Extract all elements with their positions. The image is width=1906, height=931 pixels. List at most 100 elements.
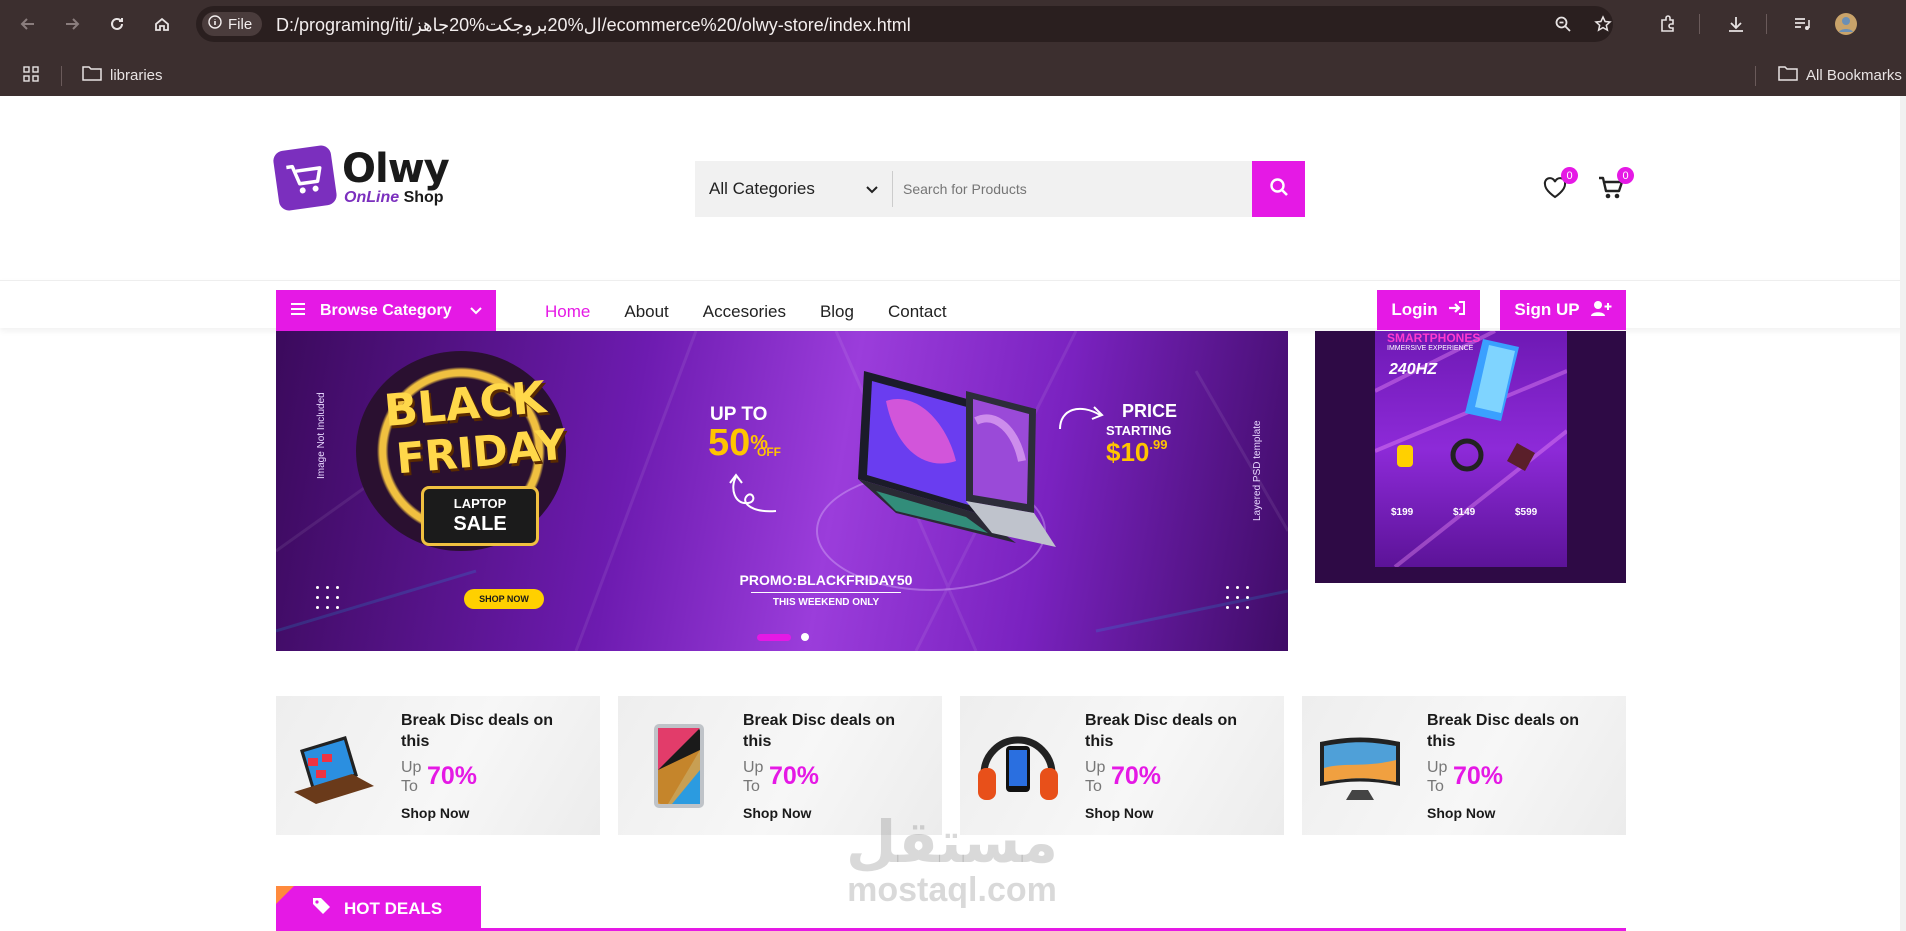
login-label: Login: [1391, 300, 1438, 319]
flyer-price-3: $599: [1515, 507, 1538, 518]
deal-shop-now-link[interactable]: Shop Now: [1085, 805, 1153, 821]
deal-up-to: Up To: [401, 759, 422, 795]
media-controls-icon[interactable]: [1790, 12, 1814, 36]
laptop-icon: [294, 736, 374, 804]
deal-shop-now-link[interactable]: Shop Now: [401, 805, 469, 821]
deal-shop-now-link[interactable]: Shop Now: [743, 805, 811, 821]
hot-deals-corner: [276, 886, 294, 904]
hero-starting: STARTING: [1106, 423, 1172, 438]
bookmarks-bar: libraries All Bookmarks: [0, 56, 1906, 96]
chevron-down-icon: [866, 179, 878, 199]
page-scrollbar[interactable]: [1900, 96, 1906, 931]
deal-title: Break Disc deals on this: [1085, 712, 1238, 750]
slider-dot-active[interactable]: [757, 633, 791, 641]
promo-code: PROMO:BLACKFRIDAY50: [739, 572, 913, 588]
tags-icon: [312, 897, 332, 920]
search-input[interactable]: [893, 161, 1252, 217]
hero-slider[interactable]: Image Not Included Layered PSD template …: [276, 331, 1288, 651]
wishlist-button[interactable]: 0: [1541, 167, 1578, 204]
deal-card[interactable]: Break Disc deals on this Up To 70% Shop …: [276, 696, 600, 835]
apps-icon[interactable]: [22, 65, 40, 83]
store-page: Olwy OnLine Shop All Categories 0 0: [0, 96, 1906, 931]
hero-promo: PROMO:BLACKFRIDAY50 THIS WEEKEND ONLY: [706, 572, 946, 608]
deal-percent: 70%: [1111, 762, 1162, 790]
deal-percent: 70%: [769, 762, 820, 790]
address-bar[interactable]: File D:/programing/iti/ال%20بروجكت%20جاه…: [196, 6, 1613, 42]
download-icon[interactable]: [1724, 12, 1748, 36]
deal-title: Break Disc deals on this: [743, 712, 896, 750]
bookmark-all-bookmarks[interactable]: All Bookmarks: [1778, 65, 1902, 85]
folder-icon: [82, 65, 102, 85]
forward-icon[interactable]: [60, 12, 84, 36]
flyer-subtitle: IMMERSIVE EXPERIENCE: [1387, 345, 1474, 352]
deal-card[interactable]: Break Disc deals on this Up To 70% Shop …: [618, 696, 942, 835]
back-icon[interactable]: [16, 12, 40, 36]
cart-button[interactable]: 0: [1597, 167, 1634, 204]
profile-avatar-icon[interactable]: [1834, 12, 1858, 36]
search-button[interactable]: [1252, 161, 1305, 217]
deal-shop-now-link[interactable]: Shop Now: [1427, 805, 1495, 821]
category-select-value: All Categories: [709, 179, 815, 198]
hamburger-icon: [290, 302, 306, 321]
deal-card[interactable]: Break Disc deals on this Up To 70% Shop …: [960, 696, 1284, 835]
deal-title: Break Disc deals on this: [1427, 712, 1580, 750]
tv-icon: [1320, 737, 1400, 800]
cart-count-badge: 0: [1617, 167, 1634, 184]
folder-icon: [1778, 65, 1798, 85]
hero-price: PRICE: [1122, 401, 1178, 421]
site-info-label: File: [228, 15, 253, 33]
bookmark-label: All Bookmarks: [1806, 66, 1902, 84]
category-select[interactable]: All Categories: [695, 171, 893, 207]
smartphone-promo-banner[interactable]: SMARTPHONES IMMERSIVE EXPERIENCE 240HZ $…: [1315, 331, 1626, 583]
sign-in-icon: [1448, 300, 1466, 321]
deal-title: Break Disc deals on this: [401, 712, 554, 750]
extensions-icon[interactable]: [1656, 12, 1680, 36]
reload-icon[interactable]: [105, 12, 129, 36]
nav-link-accesories[interactable]: Accesories: [703, 302, 786, 322]
signup-button[interactable]: Sign UP: [1500, 290, 1626, 330]
hot-deals-label: HOT DEALS: [344, 898, 443, 918]
slider-dot[interactable]: [801, 633, 809, 641]
browse-category-button[interactable]: Browse Category: [276, 290, 496, 332]
nav-link-about[interactable]: About: [624, 302, 668, 322]
signup-label: Sign UP: [1514, 300, 1580, 319]
wishlist-count-badge: 0: [1561, 167, 1578, 184]
toolbar-divider: [1699, 14, 1700, 34]
dot-pattern: [1226, 586, 1249, 609]
hero-shop-now-button[interactable]: SHOP NOW: [464, 589, 544, 609]
info-icon: [208, 15, 222, 33]
tablet-icon: [654, 724, 704, 808]
bookmark-label: libraries: [110, 66, 163, 84]
deal-card[interactable]: Break Disc deals on this Up To 70% Shop …: [1302, 696, 1626, 835]
curly-arrow-icon: [729, 473, 777, 513]
hero-side-note-left: Image Not Included: [316, 392, 327, 479]
cart-logo-icon: [272, 144, 338, 212]
hero-side-note-right: Layered PSD template: [1252, 420, 1263, 521]
search-icon: [1269, 177, 1289, 202]
laptop-image: [858, 371, 1056, 547]
browse-category-label: Browse Category: [320, 302, 452, 319]
site-info-chip[interactable]: File: [202, 12, 263, 36]
bookmark-libraries[interactable]: libraries: [82, 65, 163, 85]
laptop-sale-sign: LAPTOP SALE: [421, 486, 539, 546]
login-button[interactable]: Login: [1377, 290, 1480, 330]
brand-name: Olwy: [342, 146, 450, 192]
deal-up-to: Up To: [1085, 759, 1106, 795]
deal-percent: 70%: [1453, 762, 1504, 790]
site-logo[interactable]: Olwy OnLine Shop: [272, 144, 450, 212]
slider-pagination: [757, 633, 809, 641]
zoom-icon[interactable]: [1553, 14, 1573, 34]
bookmark-star-icon[interactable]: [1593, 14, 1613, 34]
curved-arrow-icon: [1059, 406, 1104, 430]
deal-up-to: Up To: [743, 759, 764, 795]
bookmarks-divider: [1755, 66, 1756, 86]
home-icon[interactable]: [150, 12, 174, 36]
nav-link-blog[interactable]: Blog: [820, 302, 854, 322]
url-text[interactable]: D:/programing/iti/ال%20بروجكت%20جاهز/eco…: [276, 15, 911, 36]
headphones-icon: [978, 736, 1058, 800]
smartphone-flyer: SMARTPHONES IMMERSIVE EXPERIENCE 240HZ $…: [1375, 331, 1567, 567]
nav-link-contact[interactable]: Contact: [888, 302, 947, 322]
flyer-price-2: $149: [1453, 507, 1476, 518]
nav-link-home[interactable]: Home: [545, 302, 590, 322]
user-plus-icon: [1590, 300, 1612, 321]
